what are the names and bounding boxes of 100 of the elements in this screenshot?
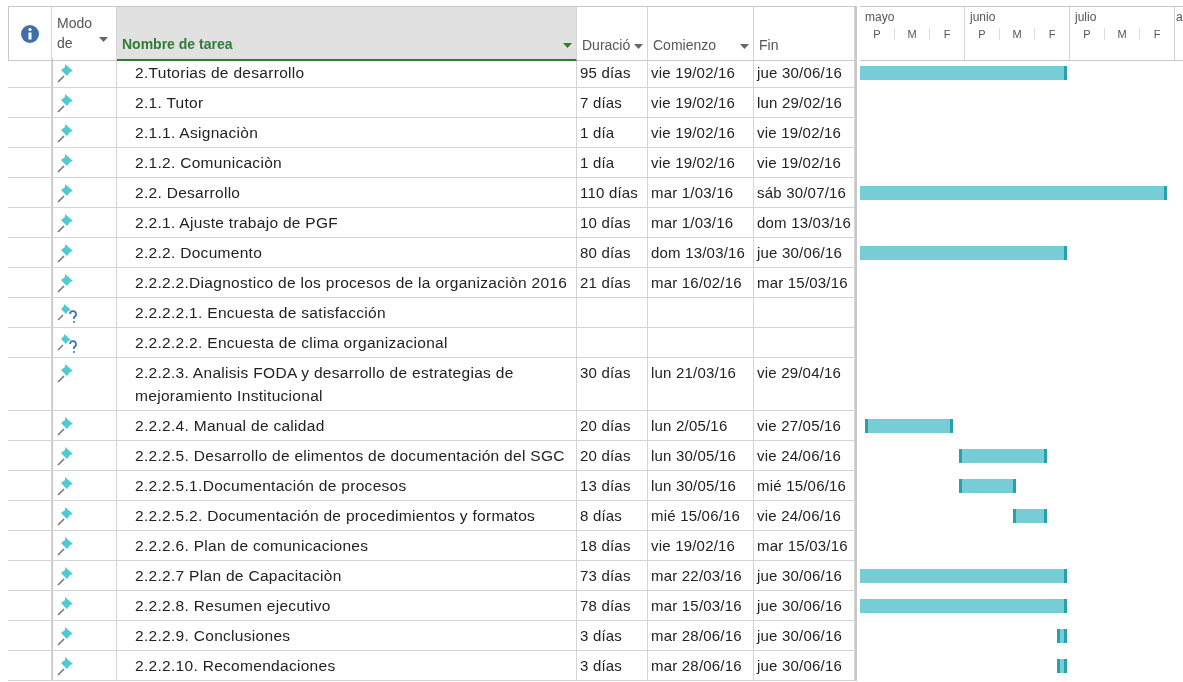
task-name: 2.2.2.4. Manual de calidad — [117, 411, 577, 441]
week-label: P — [1070, 28, 1105, 40]
start-date-cell: dom 13/03/16 — [648, 238, 754, 268]
duration-cell: 30 días — [577, 358, 648, 411]
finish-date-cell: jue 30/06/16 — [754, 561, 855, 591]
gantt-bar[interactable] — [1056, 659, 1067, 673]
gantt-bar[interactable] — [959, 449, 1047, 463]
start-date-cell: vie 19/02/16 — [648, 88, 754, 118]
finish-date-cell: vie 27/05/16 — [754, 411, 855, 441]
duration-cell: 3 días — [577, 651, 648, 681]
task-name: 2.2.2. Documento — [117, 238, 577, 268]
start-date-cell: mié 15/06/16 — [648, 501, 754, 531]
finish-date-cell: sáb 30/07/16 — [754, 178, 855, 208]
duration-cell — [577, 328, 648, 358]
pin-icon — [56, 123, 74, 143]
task-name: 2.2.2.5.1.Documentación de procesos — [117, 471, 577, 501]
dropdown-icon[interactable] — [563, 43, 572, 48]
finish-date-cell: lun 29/02/16 — [754, 88, 855, 118]
week-label: M — [895, 28, 930, 40]
pin-icon — [56, 63, 74, 83]
duration-cell: 95 días — [577, 58, 648, 88]
week-label: M — [1000, 28, 1035, 40]
dropdown-icon[interactable] — [740, 44, 749, 49]
task-name: 2.2.2.2.2. Encuesta de clima organizacional — [117, 328, 577, 358]
duration-cell: 110 días — [577, 178, 648, 208]
start-date-cell: mar 22/03/16 — [648, 561, 754, 591]
start-date-cell: vie 19/02/16 — [648, 58, 754, 88]
start-date-cell: vie 19/02/16 — [648, 118, 754, 148]
finish-date-cell: jue 30/06/16 — [754, 238, 855, 268]
task-name: 2.2.2.8. Resumen ejecutivo — [117, 591, 577, 621]
duration-cell: 80 días — [577, 238, 648, 268]
pin-icon — [56, 416, 74, 436]
finish-date-cell: mar 15/03/16 — [754, 268, 855, 298]
column-header[interactable]: Duració — [577, 6, 648, 61]
week-label: M — [1105, 28, 1140, 40]
start-date-cell: vie 19/02/16 — [648, 148, 754, 178]
column-header[interactable]: Nombre de tarea — [117, 6, 577, 61]
pin-icon — [56, 243, 74, 263]
pin-icon — [56, 273, 74, 293]
finish-date-cell: vie 19/02/16 — [754, 118, 855, 148]
start-date-cell: mar 1/03/16 — [648, 208, 754, 238]
finish-date-cell: vie 29/04/16 — [754, 358, 855, 411]
pin-icon — [56, 363, 74, 383]
start-date-cell: lun 21/03/16 — [648, 358, 754, 411]
week-label: F — [1047, 28, 1057, 40]
finish-date-cell: jue 30/06/16 — [754, 591, 855, 621]
gantt-bar[interactable] — [959, 479, 1017, 493]
duration-cell: 1 día — [577, 148, 648, 178]
pin-icon — [56, 93, 74, 113]
start-date-cell: mar 16/02/16 — [648, 268, 754, 298]
finish-date-cell: jue 30/06/16 — [754, 651, 855, 681]
week-label: F — [942, 28, 952, 40]
gantt-bar[interactable] — [1056, 629, 1067, 643]
duration-cell: 1 día — [577, 118, 648, 148]
task-name: 2.2.2.5. Desarrollo de elimentos de documentación del SGC — [117, 441, 577, 471]
task-name: 2.2. Desarrollo — [117, 178, 577, 208]
finish-date-cell: mar 15/03/16 — [754, 531, 855, 561]
task-name: 2.Tutorias de desarrollo — [117, 58, 577, 88]
dropdown-icon[interactable] — [634, 44, 643, 49]
start-date-cell: mar 28/06/16 — [648, 651, 754, 681]
finish-date-cell: mié 15/06/16 — [754, 471, 855, 501]
gantt-bar[interactable] — [1012, 509, 1047, 523]
task-name: 2.1.1. Asignaciòn — [117, 118, 577, 148]
start-date-cell: lun 30/05/16 — [648, 441, 754, 471]
duration-cell: 3 días — [577, 621, 648, 651]
week-label: P — [965, 28, 1000, 40]
duration-cell — [577, 298, 648, 328]
month-label: junio — [968, 9, 997, 24]
pin-icon — [56, 536, 74, 556]
start-date-cell: mar 28/06/16 — [648, 621, 754, 651]
gantt-bar[interactable] — [865, 419, 953, 433]
finish-date-cell: jue 30/06/16 — [754, 58, 855, 88]
pin-icon — [56, 506, 74, 526]
finish-date-cell: vie 19/02/16 — [754, 148, 855, 178]
task-name: 2.1.2. Comunicaciòn — [117, 148, 577, 178]
duration-cell: 8 días — [577, 501, 648, 531]
column-header[interactable]: Fin — [754, 6, 855, 61]
task-name: 2.2.2.2.Diagnostico de los procesos de la organizaciòn 2016 — [117, 268, 577, 298]
column-header[interactable]: Comienzo — [648, 6, 754, 61]
task-name: 2.2.2.2.1. Encuesta de satisfacción — [117, 298, 577, 328]
pin-icon — [56, 626, 74, 646]
start-date-cell: lun 30/05/16 — [648, 471, 754, 501]
finish-date-cell: jue 30/06/16 — [754, 621, 855, 651]
month-label: julio — [1073, 9, 1098, 24]
pin-icon — [56, 566, 74, 586]
pin-icon — [56, 476, 74, 496]
week-label: P — [860, 28, 895, 40]
start-date-cell: mar 15/03/16 — [648, 591, 754, 621]
duration-cell: 20 días — [577, 411, 648, 441]
dropdown-icon[interactable] — [99, 37, 108, 42]
task-name: 2.1. Tutor — [117, 88, 577, 118]
pin-icon — [56, 446, 74, 466]
finish-date-cell: vie 24/06/16 — [754, 501, 855, 531]
task-name: 2.2.1. Ajuste trabajo de PGF — [117, 208, 577, 238]
duration-cell: 20 días — [577, 441, 648, 471]
duration-cell: 73 días — [577, 561, 648, 591]
finish-date-cell: vie 24/06/16 — [754, 441, 855, 471]
pin-icon — [56, 183, 74, 203]
finish-date-cell: dom 13/03/16 — [754, 208, 855, 238]
week-label: F — [1152, 28, 1162, 40]
